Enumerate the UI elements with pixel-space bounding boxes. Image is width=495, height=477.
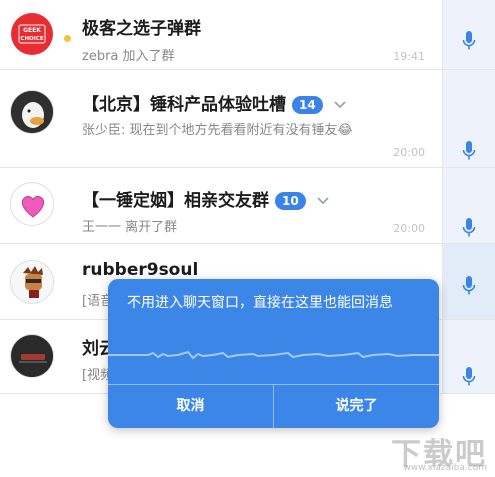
avatar-rubber9soul [10, 260, 54, 304]
microphone-icon [462, 217, 476, 236]
watermark: 下载吧 www.xiazaiba.com [367, 429, 487, 473]
chat-last-message: zebra 加入了群 [82, 49, 175, 64]
chat-time: 19:41 [393, 50, 425, 63]
voice-reply-button[interactable] [442, 244, 495, 319]
unread-badge: 14 [292, 96, 323, 114]
chevron-down-icon[interactable] [316, 196, 330, 206]
chat-time: 20:00 [393, 222, 425, 235]
voice-reply-button[interactable] [442, 0, 495, 69]
chat-name-line: 【北京】锤科产品体验吐槽 14 [82, 90, 347, 115]
chat-row-dating[interactable]: 【一锤定姻】相亲交友群 10 王一一 离开了群 20:00 [0, 168, 495, 244]
svg-text:CHOICE: CHOICE [20, 36, 43, 42]
chat-name: 极客之选子弹群 [82, 19, 201, 39]
cancel-button[interactable]: 取消 [108, 385, 273, 428]
unread-badge: 10 [275, 192, 306, 210]
chat-time: 20:00 [393, 146, 425, 159]
voice-reply-dialog: 不用进入聊天窗口，直接在这里也能回消息 取消 说完了 [108, 279, 439, 428]
done-speaking-button[interactable]: 说完了 [274, 385, 439, 428]
voice-reply-button[interactable] [442, 70, 495, 167]
microphone-icon [462, 275, 476, 294]
chat-name: 【北京】锤科产品体验吐槽 [82, 95, 286, 115]
voice-reply-button[interactable] [442, 320, 495, 393]
avatar-liuyun [10, 334, 54, 378]
avatar-geek-choice: GEEK CHOICE [10, 12, 54, 56]
microphone-icon [462, 30, 476, 49]
microphone-icon [462, 366, 476, 385]
chat-row-geek-choice[interactable]: GEEK CHOICE 极客之选子弹群 zebra 加入了群 19:41 [0, 0, 495, 70]
voice-reply-button[interactable] [442, 168, 495, 243]
avatar-dating [10, 182, 54, 226]
chat-name-line: 【一锤定姻】相亲交友群 10 [82, 186, 330, 211]
chat-name: 【一锤定姻】相亲交友群 [82, 191, 269, 211]
chat-last-message: 张少臣: 现在到个地方先看看附近有没有锤友😂 [82, 123, 353, 138]
microphone-icon [462, 140, 476, 159]
chevron-down-icon[interactable] [333, 100, 347, 110]
dialog-message: 不用进入聊天窗口，直接在这里也能回消息 [127, 295, 393, 311]
avatar-beijing [10, 90, 54, 134]
chat-name: rubber9soul [82, 260, 199, 280]
unread-dot [63, 34, 72, 43]
chat-last-message: 王一一 离开了群 [82, 220, 178, 235]
svg-text:GEEK: GEEK [23, 27, 41, 34]
audio-waveform [108, 350, 439, 360]
watermark-url: www.xiazaiba.com [403, 463, 487, 473]
chat-row-beijing[interactable]: 【北京】锤科产品体验吐槽 14 张少臣: 现在到个地方先看看附近有没有锤友😂 20… [0, 70, 495, 168]
